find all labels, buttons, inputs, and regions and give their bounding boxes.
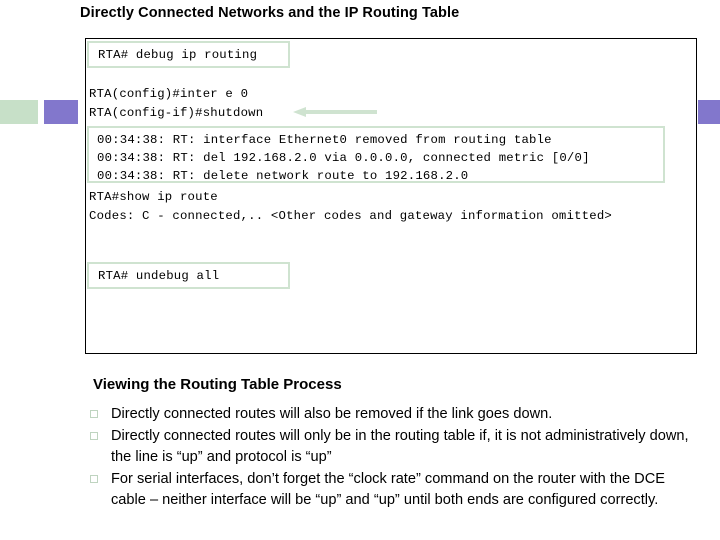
square-bullet-icon <box>90 410 98 418</box>
bullet-list: Directly connected routes will also be r… <box>90 404 702 512</box>
slide-canvas: Directly Connected Networks and the IP R… <box>0 0 720 540</box>
list-item-text: For serial interfaces, don’t forget the … <box>111 471 665 508</box>
debug-command-highlight-box: RTA# debug ip routing <box>87 41 290 68</box>
left-arrow-annotation-icon <box>293 107 377 117</box>
list-item: For serial interfaces, don’t forget the … <box>90 469 702 511</box>
decorative-green-bar-left <box>0 100 38 124</box>
decorative-purple-bar-left <box>44 100 78 124</box>
undebug-command-text: RTA# undebug all <box>98 268 220 283</box>
cli-line-shutdown: RTA(config-if)#shutdown <box>89 106 264 120</box>
undebug-command-highlight-box: RTA# undebug all <box>87 262 290 289</box>
list-item-text: Directly connected routes will only be i… <box>111 428 689 465</box>
cli-line-show-ip-route: RTA#show ip route <box>89 190 218 204</box>
cli-line-interface: RTA(config)#inter e 0 <box>89 87 249 101</box>
debug-output-line-2: 00:34:38: RT: del 192.168.2.0 via 0.0.0.… <box>97 151 590 165</box>
square-bullet-icon <box>90 432 98 440</box>
square-bullet-icon <box>90 475 98 483</box>
cli-line-codes: Codes: C - connected,.. <Other codes and… <box>89 209 612 223</box>
list-item: Directly connected routes will only be i… <box>90 426 702 468</box>
debug-output-highlight-box: 00:34:38: RT: interface Ethernet0 remove… <box>87 126 665 183</box>
section-heading: Viewing the Routing Table Process <box>93 376 342 393</box>
list-item-text: Directly connected routes will also be r… <box>111 406 553 422</box>
slide-title: Directly Connected Networks and the IP R… <box>80 5 460 21</box>
list-item: Directly connected routes will also be r… <box>90 404 702 425</box>
decorative-purple-bar-right <box>698 100 720 124</box>
debug-output-line-1: 00:34:38: RT: interface Ethernet0 remove… <box>97 133 552 147</box>
debug-output-line-3: 00:34:38: RT: delete network route to 19… <box>97 169 469 183</box>
debug-command-text: RTA# debug ip routing <box>98 47 258 62</box>
